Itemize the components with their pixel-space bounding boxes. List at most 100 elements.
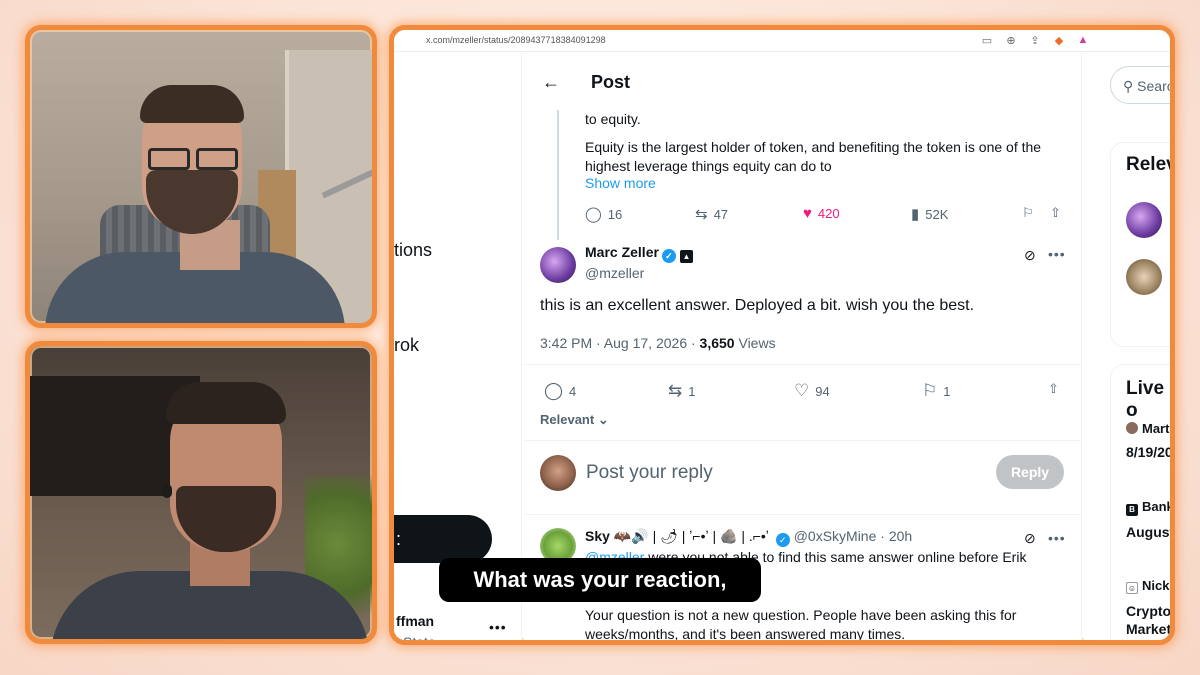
browser-toolbar-icons: ▭ ⊕ ⇪ ◆ ▲ <box>980 34 1090 47</box>
person-hair <box>166 382 286 424</box>
search-input[interactable]: ⚲ Searc <box>1110 66 1174 104</box>
search-placeholder: Searc <box>1137 78 1174 94</box>
analytics-icon: ▮ <box>911 206 920 223</box>
bookmark-action[interactable]: ⚐ 1 <box>922 381 950 401</box>
nav-item-notifications[interactable]: tions <box>394 240 432 261</box>
avatar <box>1126 422 1138 434</box>
reply-action[interactable]: ◯ 4 <box>544 381 576 401</box>
heart-icon: ♡ <box>794 381 810 400</box>
views-label: Views <box>734 335 776 351</box>
left-navigation: tions rok : ffman sState ••• <box>394 52 522 640</box>
live-item-name-text: Bank <box>1142 499 1174 514</box>
live-item-name[interactable]: Mart <box>1126 421 1169 436</box>
glasses <box>142 148 242 172</box>
more-options-icon[interactable]: ••• <box>1048 246 1066 262</box>
account-name[interactable]: ffman <box>396 613 434 629</box>
chevron-down-icon: ⌄ <box>594 412 609 427</box>
share-icon[interactable]: ⇧ <box>1050 205 1061 221</box>
divider <box>524 440 1081 441</box>
back-arrow-icon[interactable]: ← <box>542 72 560 93</box>
views-count: 3,650 <box>699 335 735 351</box>
like-count: 420 <box>817 206 840 221</box>
author-handle[interactable]: @mzeller <box>585 265 644 281</box>
live-item-name[interactable]: ☺ Nick <box>1126 578 1169 594</box>
divider <box>524 514 1081 515</box>
avatar[interactable] <box>540 247 576 283</box>
reply-body-line2: weeks/months, and it's been answered man… <box>585 626 906 642</box>
reply-action[interactable]: ◯ 16 <box>585 205 622 223</box>
post-meta: 3:42 PM · Aug 17, 2026 · 3,650 Views <box>540 335 776 351</box>
previous-post-text-line2: highest leverage things equity can do to <box>585 158 832 174</box>
reply-handle-time: @0xSkyMine · 20h <box>793 528 913 544</box>
repost-action[interactable]: ⇆ 47 <box>695 205 728 223</box>
subtitle-caption: What was your reaction, <box>439 558 761 602</box>
reply-author-line[interactable]: Sky 🦇🔊 | 🌶 | ʼ⌐•ʼ | 🪨 | .⌐•ʼ ✓ @0xSkyMin… <box>585 528 912 547</box>
url-text[interactable]: x.com/mzeller/status/2089437718384091298 <box>426 35 606 45</box>
repost-count: 1 <box>688 383 696 399</box>
live-item-detail: Crypto <box>1126 603 1172 619</box>
grok-icon[interactable]: ⊘ <box>1024 530 1036 547</box>
post-timestamp[interactable]: 3:42 PM · Aug 17, 2026 · <box>540 335 700 351</box>
live-item-detail: Market <box>1126 621 1172 637</box>
reply-icon: ◯ <box>544 381 564 400</box>
alert-icon[interactable]: ▲ <box>1076 34 1090 47</box>
nav-item-grok[interactable]: rok <box>394 335 419 356</box>
avatar[interactable] <box>1126 259 1162 295</box>
account-more-icon[interactable]: ••• <box>489 619 507 635</box>
grok-icon[interactable]: ⊘ <box>1024 247 1036 264</box>
reply-count: 4 <box>569 383 577 399</box>
person-hair <box>140 85 244 123</box>
nick-avatar-icon: ☺ <box>1126 582 1138 594</box>
author-name-text: Marc Zeller <box>585 244 659 260</box>
reply-icon: ◯ <box>585 206 602 223</box>
earbud <box>162 484 172 498</box>
sort-label: Relevant <box>540 412 595 427</box>
like-action[interactable]: ♥ 420 <box>803 205 840 222</box>
live-item-detail: August <box>1126 524 1175 540</box>
camera-feed-top <box>25 25 377 328</box>
page-title: Post <box>591 72 631 92</box>
repost-count: 47 <box>713 206 729 222</box>
live-item-name-text: Nick <box>1142 578 1170 593</box>
like-action[interactable]: ♡ 94 <box>794 381 830 401</box>
live-item-name[interactable]: B Bank <box>1126 499 1174 516</box>
relevant-people-title: Relev <box>1126 154 1175 175</box>
my-avatar[interactable] <box>540 455 576 491</box>
address-bar[interactable]: x.com/mzeller/status/2089437718384091298… <box>394 30 1170 52</box>
avatar[interactable] <box>1126 202 1162 238</box>
views-count: 52K <box>925 206 949 222</box>
reply-body-line1: Your question is not a new question. Peo… <box>585 607 1017 623</box>
heart-filled-icon: ♥ <box>803 205 812 222</box>
bookmark-icon[interactable]: ⚐ <box>1022 205 1034 221</box>
account-handle[interactable]: sState <box>396 634 436 640</box>
right-sidebar: ⚲ Searc Relev Live o Mart 8/19/20 B Bank … <box>1084 52 1175 640</box>
zoom-icon[interactable]: ⊕ <box>1004 34 1018 47</box>
screen-icon[interactable]: ▭ <box>980 34 994 47</box>
share-icon[interactable]: ⇪ <box>1028 34 1042 47</box>
post-header: ← Post <box>524 52 1081 110</box>
reply-button[interactable]: Reply <box>996 455 1064 489</box>
previous-post-text-line1: Equity is the largest holder of token, a… <box>585 139 1042 155</box>
thread-line <box>557 110 559 240</box>
camera-feed-bottom <box>25 341 377 644</box>
live-title: Live o <box>1126 378 1165 421</box>
sort-dropdown[interactable]: Relevant ⌄ <box>540 412 609 428</box>
verified-badge-icon: ✓ <box>775 533 790 547</box>
live-item-detail: 8/19/20 <box>1126 444 1173 460</box>
show-more-link[interactable]: Show more <box>585 175 656 191</box>
previous-post-text-line0: to equity. <box>585 111 641 127</box>
author-name[interactable]: Marc Zeller ✓ ▲ <box>585 244 693 263</box>
views-action[interactable]: ▮ 52K <box>911 205 948 223</box>
brave-icon[interactable]: ◆ <box>1052 34 1066 47</box>
post-button[interactable]: : <box>394 515 492 563</box>
previous-post-actions: ◯ 16 ⇆ 47 ♥ 420 ▮ 52K ⚐ ⇧ <box>585 205 1065 225</box>
bankless-logo-icon: B <box>1126 504 1138 516</box>
reply-input[interactable]: Post your reply <box>586 462 713 484</box>
repost-icon: ⇆ <box>695 206 708 223</box>
reply-author-name: Sky <box>585 528 610 544</box>
bookmark-count: 1 <box>943 383 951 399</box>
more-options-icon[interactable]: ••• <box>1048 530 1066 546</box>
post-column: ← Post to equity. Equity is the largest … <box>524 52 1082 642</box>
repost-action[interactable]: ⇆ 1 <box>668 381 695 401</box>
share-icon[interactable]: ⇧ <box>1048 381 1059 397</box>
